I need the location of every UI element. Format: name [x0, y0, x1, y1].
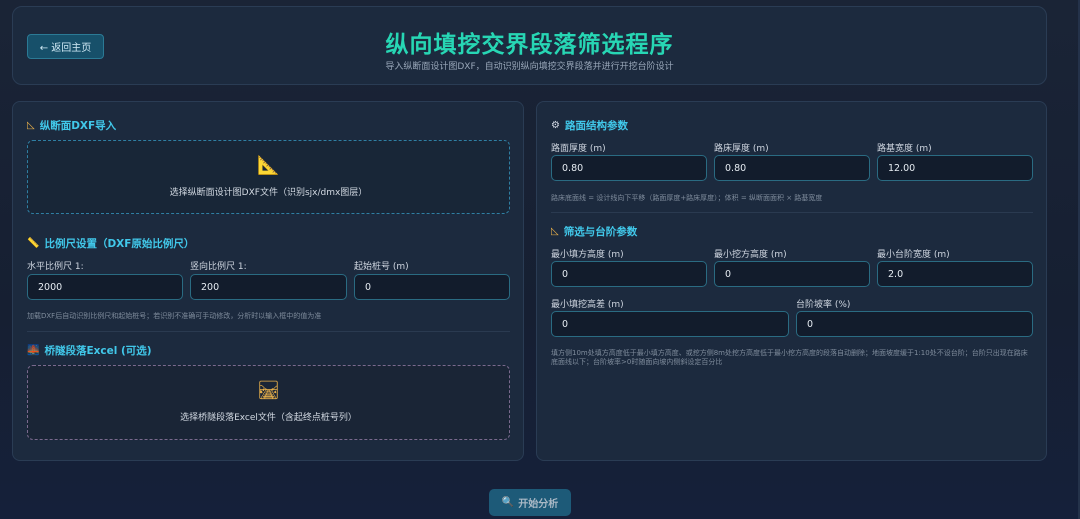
- filter-hint: 填方侧10m处填方高度低于最小填方高度、或挖方侧8m处挖方高度低于最小挖方高度的…: [551, 349, 1033, 368]
- scale-section-title: 📏 比例尺设置（DXF原始比例尺）: [27, 238, 195, 250]
- min-step-width-input[interactable]: 2.0: [877, 261, 1033, 287]
- ruler-icon: 📏: [27, 238, 40, 249]
- roadbed-width-input[interactable]: 12.00: [877, 155, 1033, 181]
- bridge-excel-dropzone[interactable]: 🛤 选择桥隧段落Excel文件（含起终点桩号列）: [27, 365, 510, 440]
- left-panel: ◺ 纵断面DXF导入 📐 选择纵断面设计图DXF文件（识别sjx/dmx图层） …: [12, 101, 524, 461]
- step-slope-input[interactable]: 0: [796, 311, 1033, 337]
- dxf-section-title: ◺ 纵断面DXF导入: [27, 120, 117, 132]
- v-scale-input[interactable]: 200: [190, 274, 347, 300]
- triangle-ruler-icon: 📐: [257, 154, 280, 176]
- gear-icon: ⚙: [551, 120, 560, 131]
- start-station-input[interactable]: 0: [354, 274, 510, 300]
- h-scale-input[interactable]: 2000: [27, 274, 183, 300]
- subgrade-thickness-label: 路床厚度 (m): [714, 144, 769, 154]
- min-fill-height-input[interactable]: 0: [551, 261, 707, 287]
- subgrade-thickness-input[interactable]: 0.80: [714, 155, 870, 181]
- roadbed-width-label: 路基宽度 (m): [877, 144, 932, 154]
- road-section-title: ⚙ 路面结构参数: [551, 120, 628, 132]
- min-cut-height-label: 最小挖方高度 (m): [714, 250, 787, 260]
- right-divider: [551, 212, 1033, 213]
- bridge-icon: 🌉: [27, 345, 40, 356]
- pavement-thickness-label: 路面厚度 (m): [551, 144, 606, 154]
- dxf-dropzone-text: 选择纵断面设计图DXF文件（识别sjx/dmx图层）: [169, 187, 368, 198]
- filter-section-title: ◺ 筛选与台阶参数: [551, 226, 638, 238]
- bridge-icon: 🛤: [257, 380, 280, 401]
- min-fill-height-label: 最小填方高度 (m): [551, 250, 624, 260]
- step-slope-label: 台阶坡率 (%): [796, 300, 851, 310]
- v-scale-label: 竖向比例尺 1:: [190, 262, 247, 272]
- page-title: 纵向填挖交界段落筛选程序: [385, 32, 674, 58]
- min-fill-cut-diff-input[interactable]: 0: [551, 311, 789, 337]
- pavement-thickness-input[interactable]: 0.80: [551, 155, 707, 181]
- bridge-section-title: 🌉 桥隧段落Excel (可选): [27, 345, 152, 357]
- road-hint: 路床底面线 = 设计线向下平移（路面厚度+路床厚度）；体积 = 纵断面面积 × …: [551, 194, 823, 202]
- left-divider: [27, 331, 510, 332]
- min-step-width-label: 最小台阶宽度 (m): [877, 250, 950, 260]
- min-fill-cut-diff-label: 最小填挖高差 (m): [551, 300, 624, 310]
- triangle-ruler-icon: ◺: [551, 226, 559, 237]
- page-subtitle: 导入纵断面设计图DXF，自动识别纵向填挖交界段落并进行开挖台阶设计: [385, 62, 674, 72]
- filter-hint-line-2: 底面线以下；台阶坡率>0时随面向坡内侧斜设定百分比: [551, 358, 723, 367]
- start-station-label: 起始桩号 (m): [354, 262, 409, 272]
- bridge-dropzone-text: 选择桥隧段落Excel文件（含起终点桩号列）: [180, 413, 357, 423]
- min-cut-height-input[interactable]: 0: [714, 261, 870, 287]
- search-icon: 🔍: [501, 497, 515, 508]
- dxf-dropzone[interactable]: 📐 选择纵断面设计图DXF文件（识别sjx/dmx图层）: [27, 140, 510, 214]
- scale-hint: 加载DXF后自动识别比例尺和起始桩号；若识别不准确可手动修改，分析时以输入框中的…: [27, 312, 322, 320]
- right-panel: ⚙ 路面结构参数 路面厚度 (m) 0.80 路床厚度 (m) 0.80 路基宽…: [536, 101, 1047, 461]
- start-analysis-button[interactable]: 🔍 开始分析: [489, 489, 571, 516]
- triangle-ruler-icon: ◺: [27, 120, 35, 131]
- h-scale-label: 水平比例尺 1:: [27, 262, 84, 272]
- start-analysis-label: 开始分析: [518, 499, 559, 510]
- page-header: ← 返回主页 纵向填挖交界段落筛选程序 导入纵断面设计图DXF，自动识别纵向填挖…: [12, 6, 1047, 85]
